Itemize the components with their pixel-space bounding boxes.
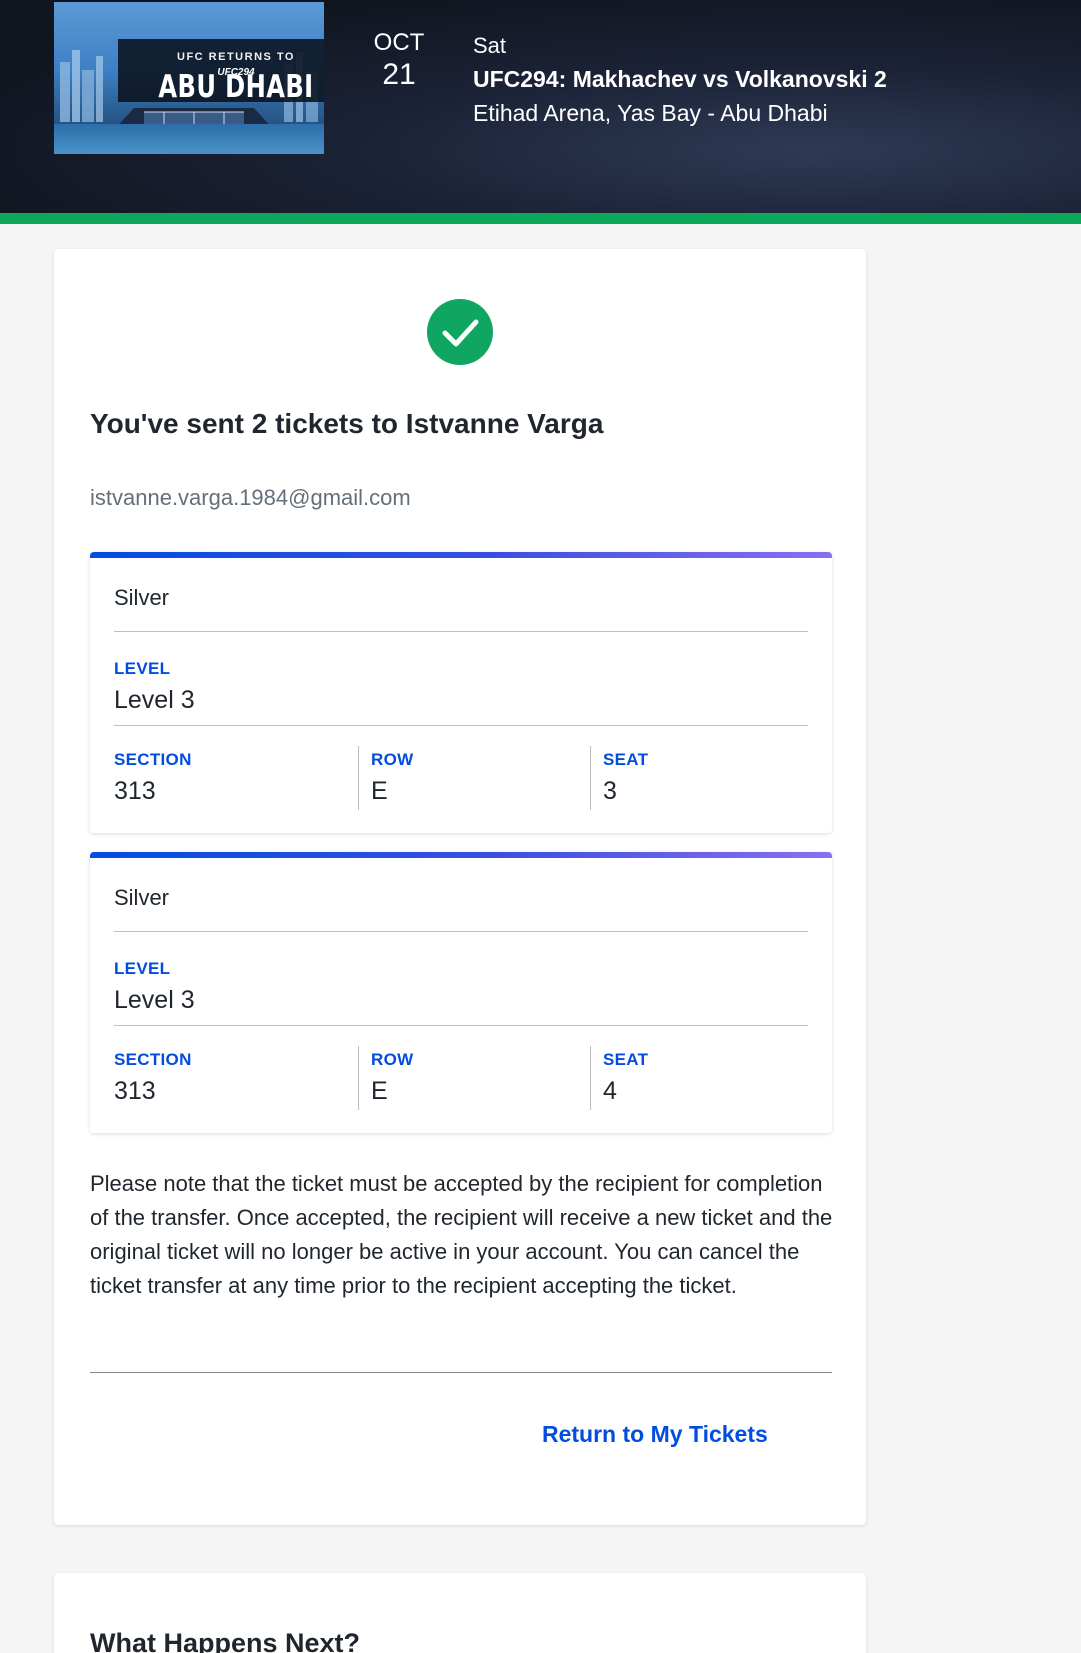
section-heading: What Happens Next? bbox=[90, 1628, 361, 1653]
ticket-type: Silver bbox=[114, 885, 170, 910]
event-weekday: Sat bbox=[473, 33, 507, 58]
image-line-1: UFC RETURNS TO bbox=[177, 51, 295, 63]
level-value: Level 3 bbox=[114, 686, 195, 714]
ticket-stripe bbox=[90, 852, 832, 858]
ticket-stripe bbox=[90, 552, 832, 558]
divider bbox=[90, 1372, 832, 1373]
event-month: OCT bbox=[373, 29, 425, 56]
column-divider bbox=[358, 746, 359, 810]
return-to-my-tickets-link[interactable]: Return to My Tickets bbox=[542, 1421, 768, 1448]
column-divider bbox=[590, 746, 591, 810]
event-header: UFC RETURNS TO ABU DHABI UFC294 OCT 21 S… bbox=[0, 0, 1081, 215]
level-value: Level 3 bbox=[114, 986, 195, 1014]
recipient-email: istvanne.varga.1984@gmail.com bbox=[90, 485, 411, 510]
event-day: 21 bbox=[382, 58, 416, 91]
row-value: E bbox=[371, 1077, 388, 1105]
divider bbox=[114, 725, 808, 726]
seat-value: 3 bbox=[603, 777, 617, 805]
transfer-confirmation-card: You've sent 2 tickets to Istvanne Varga … bbox=[54, 249, 866, 1525]
ticket-card: Silver LEVEL Level 3 SECTION 313 ROW E S… bbox=[90, 852, 832, 1133]
check-circle-icon bbox=[427, 299, 493, 365]
section-label: SECTION bbox=[114, 750, 192, 769]
event-info: Sat UFC294: Makhachev vs Volkanovski 2 E… bbox=[473, 30, 887, 130]
level-label: LEVEL bbox=[114, 959, 171, 978]
image-line-3: UFC294 bbox=[217, 67, 255, 78]
section-label: SECTION bbox=[114, 1050, 192, 1069]
event-date: OCT 21 bbox=[372, 28, 426, 92]
row-label: ROW bbox=[371, 750, 414, 769]
confirmation-title: You've sent 2 tickets to Istvanne Varga bbox=[90, 408, 604, 439]
row-label: ROW bbox=[371, 1050, 414, 1069]
header-accent-bar bbox=[0, 213, 1081, 224]
divider bbox=[114, 1025, 808, 1026]
column-divider bbox=[358, 1046, 359, 1110]
level-label: LEVEL bbox=[114, 659, 171, 678]
seat-value: 4 bbox=[603, 1077, 617, 1105]
divider bbox=[114, 931, 808, 932]
divider bbox=[114, 631, 808, 632]
row-value: E bbox=[371, 777, 388, 805]
column-divider bbox=[590, 1046, 591, 1110]
ticket-type: Silver bbox=[114, 585, 170, 610]
section-value: 313 bbox=[114, 1077, 156, 1105]
event-venue: Etihad Arena, Yas Bay - Abu Dhabi bbox=[473, 100, 828, 126]
water-graphic bbox=[54, 124, 324, 154]
event-image: UFC RETURNS TO ABU DHABI UFC294 bbox=[54, 2, 324, 154]
seat-label: SEAT bbox=[603, 1050, 649, 1069]
transfer-note: Please note that the ticket must be acce… bbox=[90, 1171, 833, 1298]
section-value: 313 bbox=[114, 777, 156, 805]
what-happens-next-card: What Happens Next? bbox=[54, 1573, 866, 1653]
seat-label: SEAT bbox=[603, 750, 649, 769]
event-name: UFC294: Makhachev vs Volkanovski 2 bbox=[473, 66, 887, 92]
ticket-card: Silver LEVEL Level 3 SECTION 313 ROW E S… bbox=[90, 552, 832, 833]
